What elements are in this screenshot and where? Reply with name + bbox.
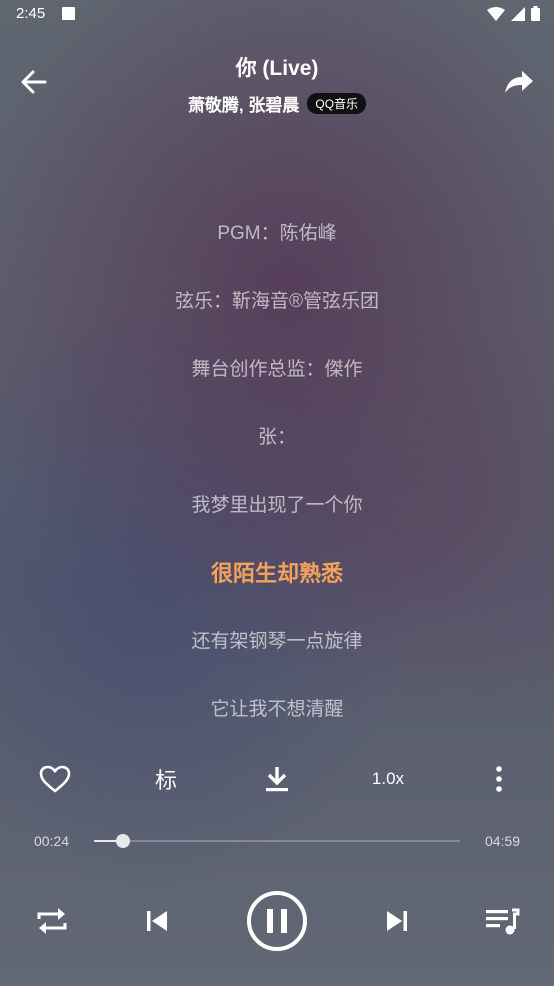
- action-bar: 标 1.0x: [0, 755, 554, 803]
- like-button[interactable]: [34, 755, 76, 803]
- share-icon: [505, 71, 533, 93]
- lyric-line[interactable]: 还有架钢琴一点旋律: [0, 626, 554, 653]
- download-icon: [266, 767, 288, 792]
- source-badge[interactable]: QQ音乐: [307, 93, 367, 114]
- lyric-line[interactable]: 张：: [0, 422, 554, 449]
- lyric-line-current[interactable]: 很陌生却熟悉: [0, 556, 554, 588]
- lyrics-panel[interactable]: PGM：陈佑峰 弦乐：靳海音®管弦乐团 舞台创作总监：傑作 张： 我梦里出现了一…: [0, 200, 554, 720]
- seek-thumb[interactable]: [116, 834, 131, 848]
- playlist-button[interactable]: [482, 886, 522, 956]
- download-button[interactable]: [258, 755, 296, 803]
- status-icons: [487, 6, 540, 21]
- progress-bar: 00:24 04:59: [0, 826, 554, 856]
- skip-previous-icon: [147, 911, 167, 931]
- mark-button[interactable]: 标: [146, 755, 186, 803]
- pause-button[interactable]: [245, 886, 309, 956]
- status-bar: 2:45: [0, 0, 554, 30]
- wifi-icon: [487, 6, 505, 21]
- pause-icon: [247, 891, 307, 951]
- repeat-button[interactable]: [30, 886, 74, 956]
- more-button[interactable]: [486, 755, 512, 803]
- seek-track[interactable]: [94, 834, 460, 848]
- lyric-line[interactable]: 弦乐：靳海音®管弦乐团: [0, 286, 554, 313]
- share-button[interactable]: [502, 66, 536, 98]
- heart-icon: [39, 765, 71, 793]
- lyric-line[interactable]: PGM：陈佑峰: [0, 218, 554, 245]
- artist-names[interactable]: 萧敬腾, 张碧晨: [188, 91, 299, 116]
- speed-button[interactable]: 1.0x: [362, 755, 414, 803]
- playback-controls: [0, 886, 554, 956]
- artist-row: 萧敬腾, 张碧晨 QQ音乐: [0, 91, 554, 116]
- lyric-line[interactable]: 我梦里出现了一个你: [0, 490, 554, 517]
- player-header: 你 (Live) 萧敬腾, 张碧晨 QQ音乐: [0, 44, 554, 124]
- repeat-icon: [37, 908, 67, 934]
- lyric-line[interactable]: 它让我不想清醒: [0, 694, 554, 720]
- total-time: 04:59: [484, 833, 520, 849]
- signal-icon: [511, 6, 525, 21]
- current-time: 00:24: [34, 833, 70, 849]
- more-vertical-icon: [496, 766, 502, 792]
- notification-icon: [62, 7, 75, 20]
- skip-next-icon: [387, 911, 407, 931]
- next-button[interactable]: [378, 886, 416, 956]
- previous-button[interactable]: [138, 886, 176, 956]
- playlist-music-icon: [486, 908, 520, 935]
- battery-icon: [531, 6, 540, 21]
- lyric-line[interactable]: 舞台创作总监：傑作: [0, 354, 554, 381]
- status-time: 2:45: [16, 5, 46, 22]
- song-title: 你 (Live): [235, 57, 319, 80]
